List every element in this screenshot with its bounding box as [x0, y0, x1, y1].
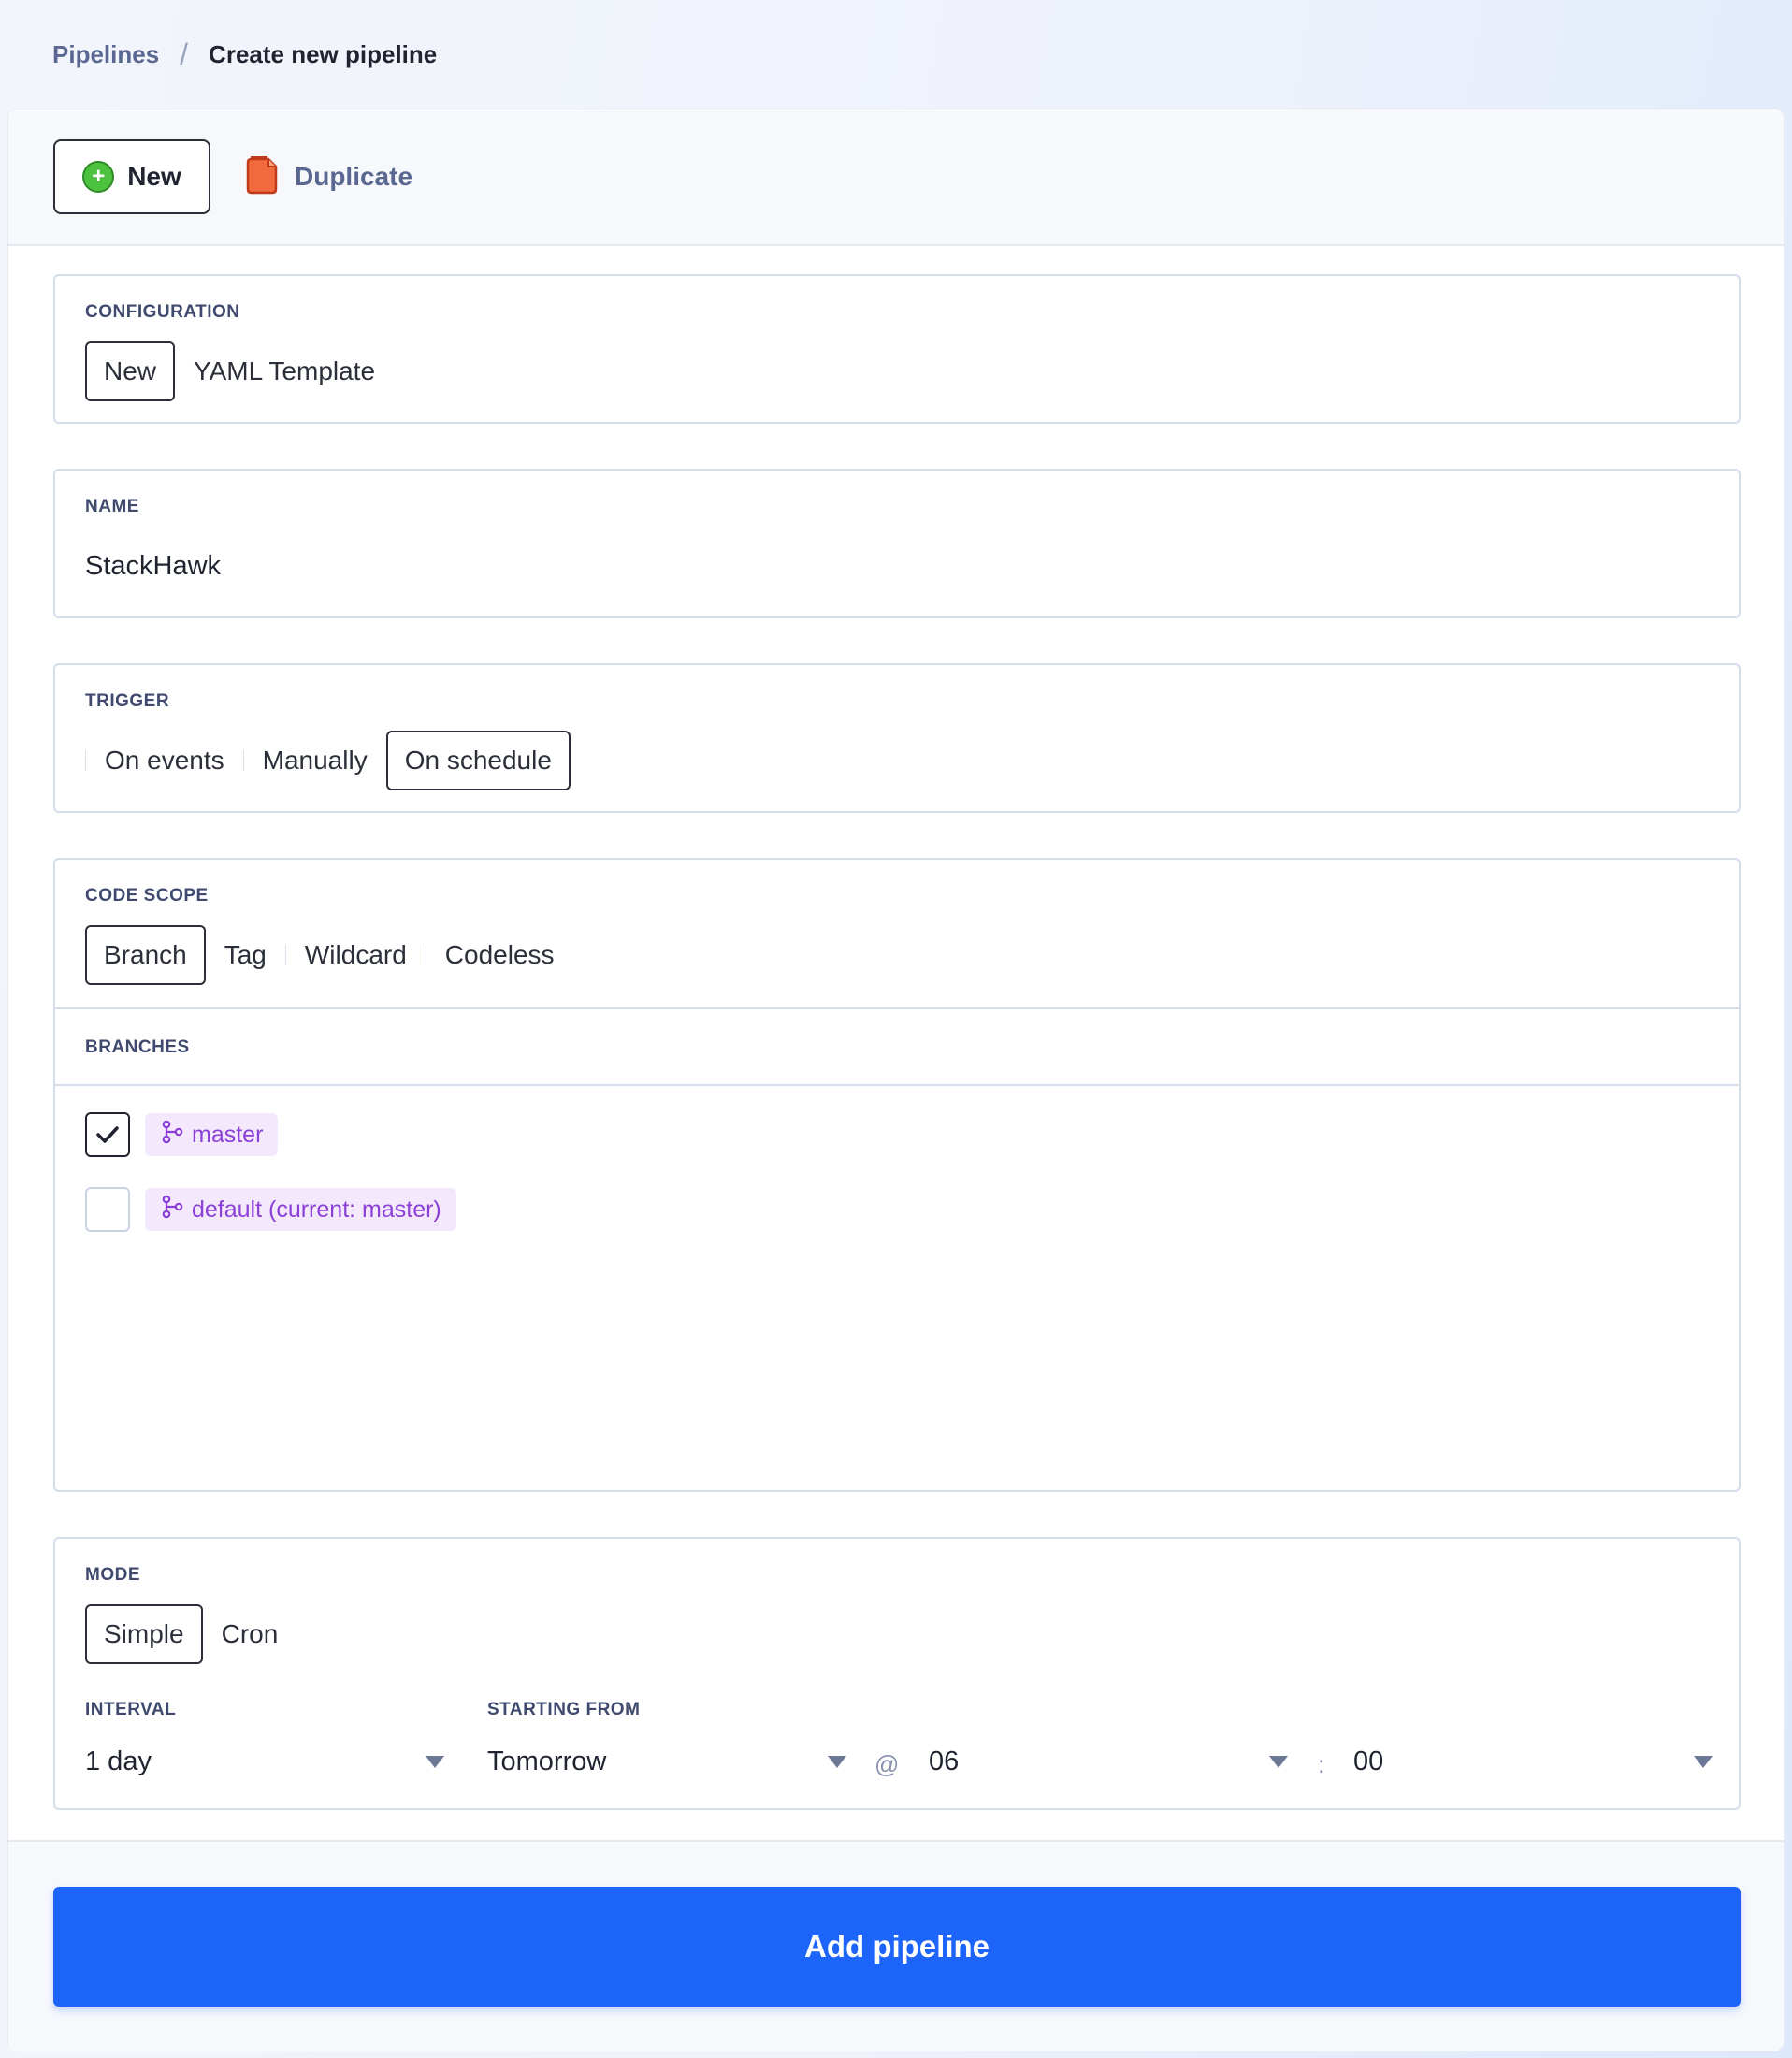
interval-select[interactable]: 1 day: [85, 1739, 444, 1784]
branches-label: BRANCHES: [85, 1037, 190, 1057]
checkmark-icon: [96, 1126, 119, 1143]
code-scope-label: CODE SCOPE: [85, 886, 209, 906]
code-scope-tabs: Branch Tag Wildcard Codeless: [85, 925, 573, 985]
starting-from-label: STARTING FROM: [487, 1700, 641, 1719]
tab-mode-simple[interactable]: Simple: [85, 1604, 203, 1664]
name-input[interactable]: StackHawk: [85, 551, 221, 582]
branch-checkbox-master[interactable]: [85, 1112, 130, 1157]
branch-name: master: [192, 1121, 264, 1148]
chevron-down-icon: [828, 1755, 846, 1768]
tab-scope-branch[interactable]: Branch: [85, 925, 206, 985]
duplicate-button-label: Duplicate: [295, 162, 413, 191]
time-colon: :: [1318, 1750, 1325, 1778]
hour-value: 06: [929, 1746, 960, 1776]
starting-from-value: Tomorrow: [487, 1746, 607, 1776]
mode-tabs: Simple Cron: [85, 1604, 296, 1664]
tab-scope-wildcard[interactable]: Wildcard: [286, 925, 426, 985]
chevron-down-icon: [1269, 1755, 1288, 1768]
breadcrumb-pipelines-link[interactable]: Pipelines: [52, 40, 159, 69]
breadcrumb-separator: /: [180, 36, 189, 71]
duplicate-button[interactable]: Duplicate: [244, 139, 412, 214]
add-pipeline-button[interactable]: Add pipeline: [53, 1887, 1741, 2007]
trigger-section: TRIGGER On events Manually On schedule: [53, 663, 1741, 813]
minute-select[interactable]: 00: [1353, 1739, 1713, 1784]
tab-trigger-on-events[interactable]: On events: [86, 731, 243, 790]
interval-label: INTERVAL: [85, 1700, 177, 1719]
tab-scope-codeless[interactable]: Codeless: [426, 925, 573, 985]
page-title: Create new pipeline: [209, 39, 438, 68]
chevron-down-icon: [426, 1755, 444, 1768]
tab-trigger-on-schedule[interactable]: On schedule: [385, 731, 571, 790]
branch-row-default: default (current: master): [85, 1187, 456, 1232]
tab-scope-tag[interactable]: Tag: [206, 925, 285, 985]
chevron-down-icon: [1694, 1755, 1713, 1768]
minute-value: 00: [1353, 1746, 1384, 1776]
hour-select[interactable]: 06: [929, 1739, 1288, 1784]
interval-value: 1 day: [85, 1746, 152, 1776]
mode-section: MODE Simple Cron INTERVAL STARTING FROM …: [53, 1537, 1741, 1810]
configuration-tabs: New YAML Template: [85, 341, 394, 401]
duplicate-icon: [244, 153, 280, 201]
branch-pill-default: default (current: master): [145, 1188, 456, 1231]
toolbar: + New Duplicate: [8, 109, 1784, 246]
tab-trigger-manually[interactable]: Manually: [244, 731, 386, 790]
code-scope-section: CODE SCOPE Branch Tag Wildcard Codeless …: [53, 858, 1741, 1492]
breadcrumb: Pipelines / Create new pipeline: [0, 0, 1792, 109]
tab-config-new[interactable]: New: [85, 341, 176, 401]
new-button-label: New: [127, 162, 181, 191]
configuration-label: CONFIGURATION: [85, 302, 240, 322]
git-branch-icon: [160, 1120, 184, 1151]
branch-row-master: master: [85, 1112, 279, 1157]
at-symbol: @: [874, 1750, 900, 1778]
tab-mode-cron[interactable]: Cron: [203, 1604, 297, 1664]
section-divider: [55, 1084, 1739, 1086]
starting-from-select[interactable]: Tomorrow: [487, 1739, 846, 1784]
name-label: NAME: [85, 497, 139, 516]
branch-name: default (current: master): [192, 1196, 441, 1223]
section-divider: [55, 1007, 1739, 1009]
trigger-tabs: On events Manually On schedule: [85, 731, 571, 790]
plus-circle-icon: +: [82, 161, 115, 193]
tab-config-yaml-template[interactable]: YAML Template: [175, 341, 394, 401]
name-section: NAME StackHawk: [53, 469, 1741, 618]
trigger-label: TRIGGER: [85, 691, 170, 711]
branch-checkbox-default[interactable]: [85, 1187, 130, 1232]
mode-label: MODE: [85, 1565, 140, 1585]
configuration-section: CONFIGURATION New YAML Template: [53, 274, 1741, 424]
pipeline-form-card: + New Duplicate CONFIGURATION New YAML T…: [7, 109, 1785, 2051]
git-branch-icon: [160, 1195, 184, 1225]
new-button[interactable]: + New: [53, 139, 210, 214]
branch-pill-master: master: [145, 1113, 279, 1156]
